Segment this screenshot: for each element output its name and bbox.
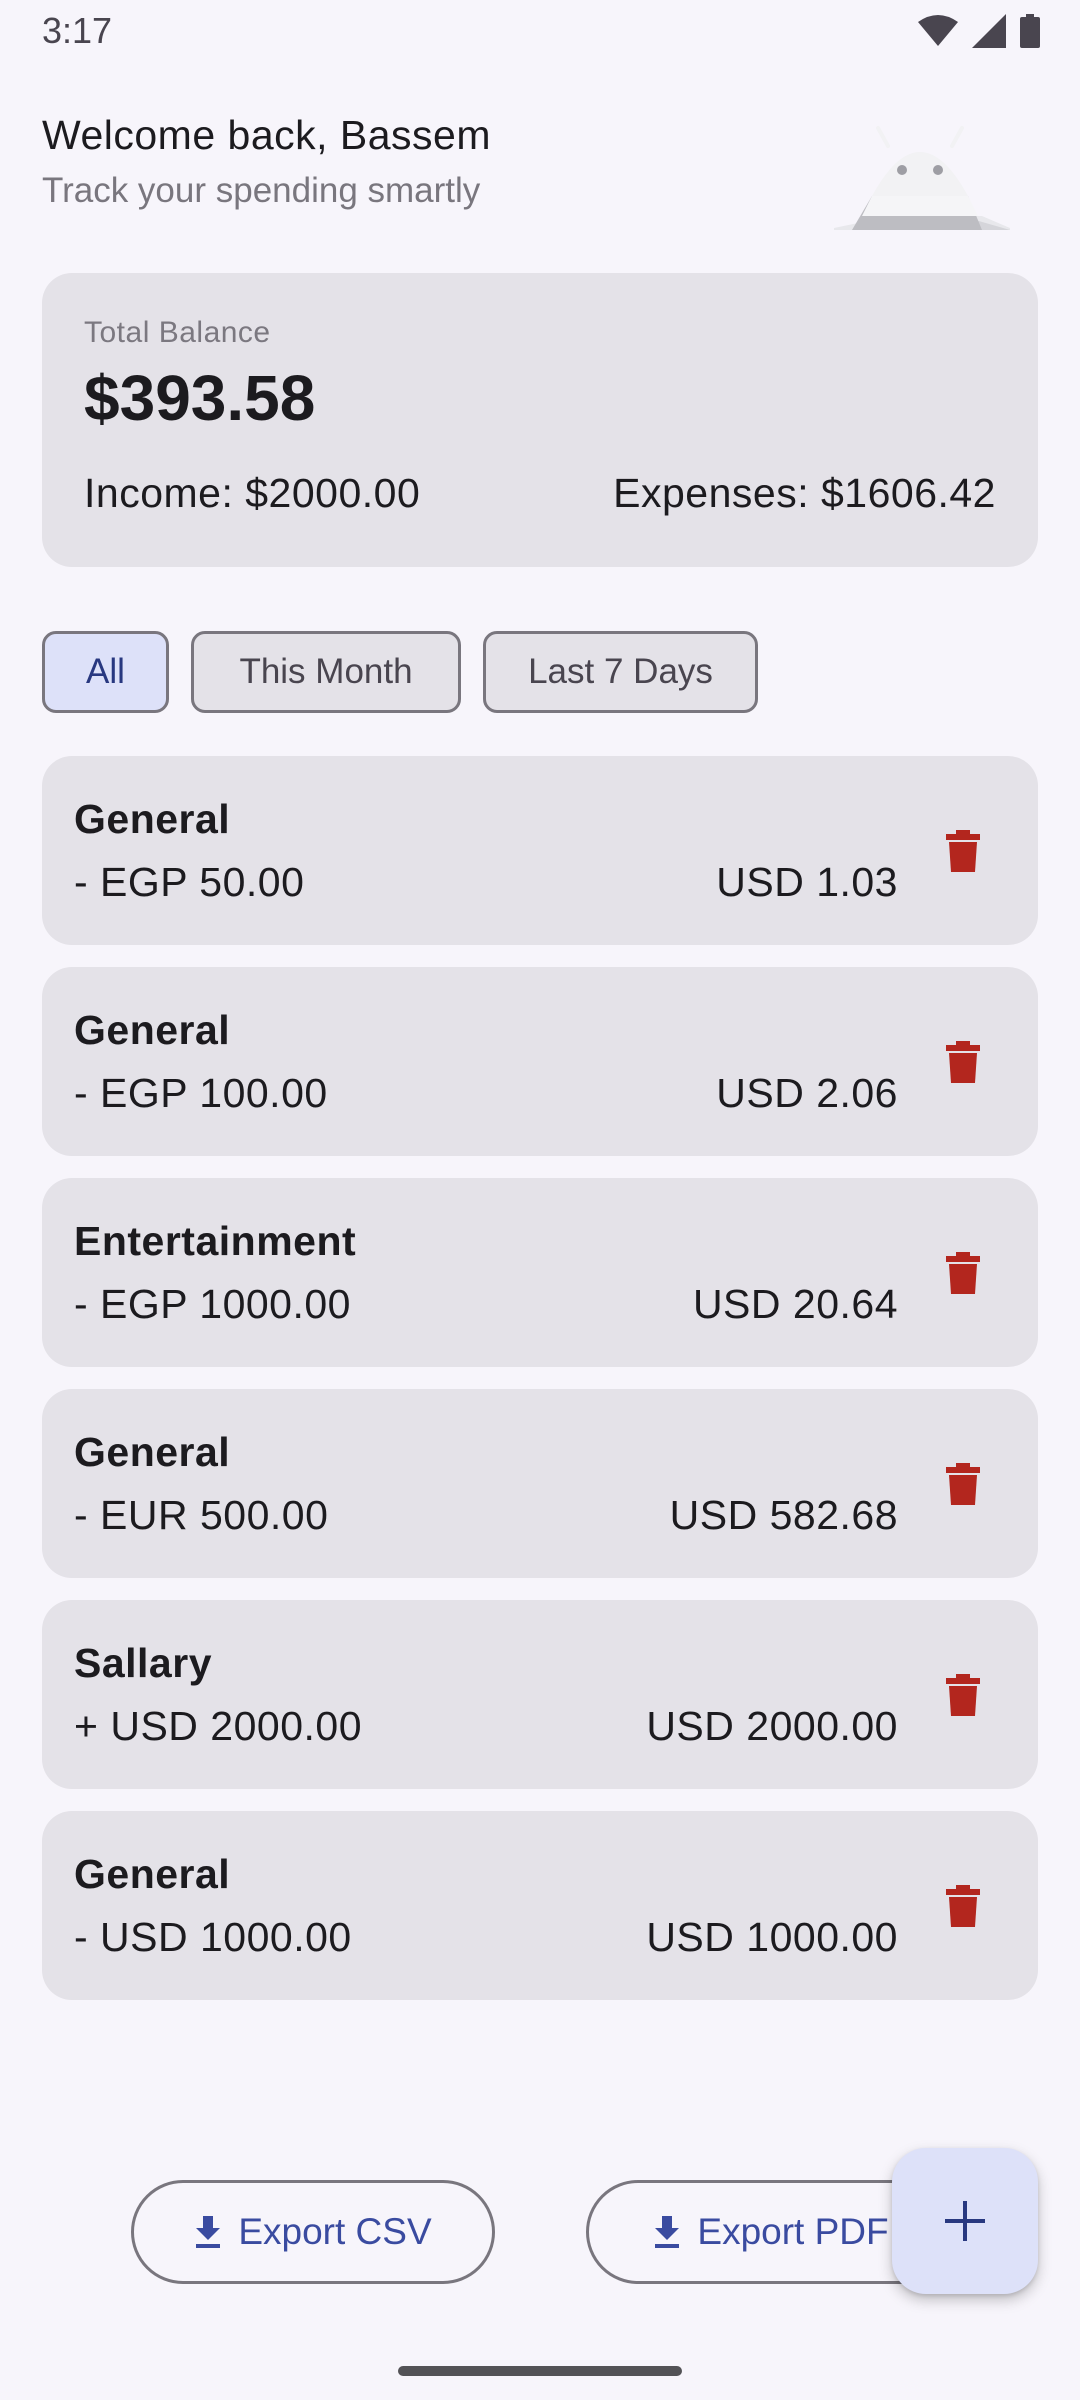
transaction-amount: + USD 2000.00 — [74, 1703, 362, 1749]
trash-icon — [946, 1463, 980, 1505]
transaction-card[interactable]: General - EGP 50.00 USD 1.03 — [42, 756, 1038, 945]
transaction-card[interactable]: General - EGP 100.00 USD 2.06 — [42, 967, 1038, 1156]
transaction-amount: - USD 1000.00 — [74, 1914, 352, 1960]
transaction-card[interactable]: General - EUR 500.00 USD 582.68 — [42, 1389, 1038, 1578]
income-text: Income: $2000.00 — [84, 470, 421, 516]
status-icons — [918, 14, 1040, 48]
welcome-text: Welcome back, Bassem — [42, 112, 492, 158]
add-transaction-fab[interactable] — [892, 2148, 1038, 2294]
transaction-category: General — [74, 1007, 231, 1053]
delete-button[interactable] — [936, 1035, 990, 1089]
trash-icon — [946, 830, 980, 872]
download-icon — [196, 2216, 221, 2248]
transaction-converted-amount: USD 2000.00 — [646, 1703, 898, 1749]
transaction-category: Sallary — [74, 1640, 212, 1686]
balance-label: Total Balance — [84, 316, 271, 349]
status-time: 3:17 — [42, 10, 113, 51]
filter-chip-all[interactable]: All — [42, 631, 169, 713]
transaction-category: Entertainment — [74, 1218, 357, 1264]
transaction-amount: - EGP 50.00 — [74, 859, 305, 905]
download-icon — [655, 2216, 680, 2248]
delete-button[interactable] — [936, 1246, 990, 1300]
delete-button[interactable] — [936, 1457, 990, 1511]
transaction-converted-amount: USD 1000.00 — [646, 1914, 898, 1960]
transaction-card[interactable]: Entertainment - EGP 1000.00 USD 20.64 — [42, 1178, 1038, 1367]
delete-button[interactable] — [936, 1879, 990, 1933]
transaction-converted-amount: USD 582.68 — [669, 1492, 898, 1538]
transaction-card[interactable]: Sallary + USD 2000.00 USD 2000.00 — [42, 1600, 1038, 1789]
signal-icon — [972, 14, 1006, 48]
transaction-amount: - EUR 500.00 — [74, 1492, 329, 1538]
delete-button[interactable] — [936, 1668, 990, 1722]
expenses-text: Expenses: $1606.42 — [613, 470, 996, 516]
header: Welcome back, Bassem Track your spending… — [42, 112, 642, 211]
filter-chip-last-7-days[interactable]: Last 7 Days — [483, 631, 758, 713]
export-pdf-label: Export PDF — [697, 2211, 889, 2252]
filter-chip-this-month[interactable]: This Month — [191, 631, 461, 713]
trash-icon — [946, 1674, 980, 1716]
transaction-card[interactable]: General - USD 1000.00 USD 1000.00 — [42, 1811, 1038, 2000]
transaction-category: General — [74, 1429, 231, 1475]
transaction-category: General — [74, 1851, 231, 1897]
subtitle-text: Track your spending smartly — [42, 171, 481, 210]
battery-icon — [1020, 14, 1040, 48]
transaction-converted-amount: USD 1.03 — [716, 859, 898, 905]
android-logo — [834, 126, 1010, 230]
trash-icon — [946, 1252, 980, 1294]
transaction-category: General — [74, 796, 231, 842]
transaction-converted-amount: USD 2.06 — [716, 1070, 898, 1116]
trash-icon — [946, 1041, 980, 1083]
transaction-list: General - EGP 50.00 USD 1.03 General - E… — [42, 756, 1038, 2022]
gesture-nav-handle[interactable] — [398, 2366, 682, 2376]
balance-card: Total Balance $393.58 Income: $2000.00 E… — [42, 273, 1038, 567]
export-csv-button[interactable]: Export CSV — [131, 2180, 495, 2284]
transaction-converted-amount: USD 20.64 — [692, 1281, 898, 1327]
trash-icon — [946, 1885, 980, 1927]
delete-button[interactable] — [936, 824, 990, 878]
export-csv-label: Export CSV — [238, 2211, 432, 2252]
wifi-icon — [918, 15, 958, 46]
balance-amount: $393.58 — [84, 362, 316, 434]
transaction-amount: - EGP 1000.00 — [74, 1281, 351, 1327]
transaction-amount: - EGP 100.00 — [74, 1070, 328, 1116]
filter-chips: All This Month Last 7 Days — [42, 631, 758, 713]
status-bar: 3:17 — [0, 0, 1080, 64]
plus-icon — [945, 2201, 985, 2241]
